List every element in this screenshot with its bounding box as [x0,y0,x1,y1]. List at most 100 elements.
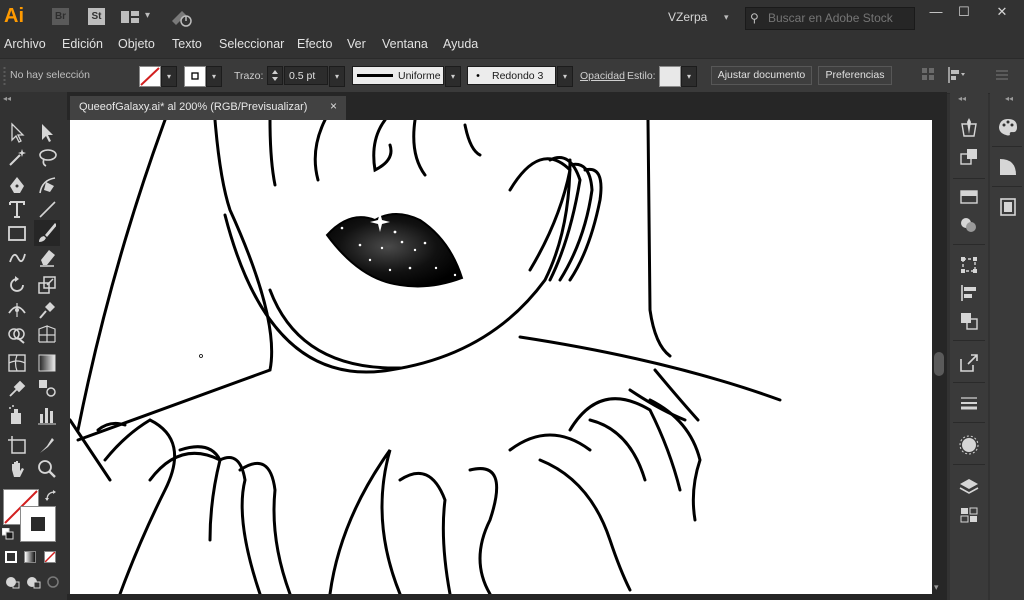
draw-inside-icon[interactable] [46,575,60,594]
eraser-tool-icon[interactable] [36,246,58,268]
scrollbar-thumb[interactable] [934,352,944,376]
line-segment-tool-icon[interactable] [36,198,58,220]
workspace-switcher[interactable]: VZerpa [668,10,707,24]
perspective-grid-tool-icon[interactable] [36,323,58,345]
horizontal-scrollbar[interactable] [67,594,947,600]
export-icon[interactable] [958,352,980,374]
variable-width-profile[interactable]: Uniforme [352,66,444,85]
menu-texto[interactable]: Texto [172,37,202,51]
stroke-weight-input[interactable]: 0.5 pt [284,66,328,85]
rotate-tool-icon[interactable] [6,274,28,296]
graphic-style-swatch[interactable] [659,66,681,87]
curvature-tool-icon[interactable] [36,174,58,196]
fill-swatch[interactable] [139,66,161,87]
layers-icon[interactable] [958,476,980,498]
shape-builder-tool-icon[interactable] [6,323,28,345]
symbol-sprayer-tool-icon[interactable] [6,404,28,426]
none-mode-icon[interactable] [44,551,56,563]
artboards-icon[interactable] [958,504,980,526]
menu-ayuda[interactable]: Ayuda [443,37,478,51]
menu-ver[interactable]: Ver [347,37,366,51]
panel-menu-icon[interactable] [996,68,1010,86]
window-close-button[interactable]: ✕ [988,4,1016,20]
puppet-warp-tool-icon[interactable] [36,299,58,321]
menu-objeto[interactable]: Objeto [118,37,155,51]
screen-mode-icon[interactable] [25,575,41,594]
arrange-grid-icon[interactable] [922,68,936,87]
pen-tool-icon[interactable] [6,174,28,196]
transparency-icon[interactable] [958,186,980,208]
mesh-tool-icon[interactable] [6,352,28,374]
slice-tool-icon[interactable] [36,434,58,456]
chevron-down-icon[interactable]: ▾ [145,10,150,21]
gpu-performance-icon[interactable] [170,7,194,27]
stroke-weight-stepper[interactable] [267,66,283,85]
gradient-mode-icon[interactable] [24,551,36,563]
preferences-button[interactable]: Preferencias [818,66,892,85]
style-dropdown[interactable]: ▾ [681,66,697,87]
default-fill-stroke-icon[interactable] [1,527,14,545]
pathfinder-icon[interactable] [958,310,980,332]
type-tool-icon[interactable] [6,198,28,220]
hand-tool-icon[interactable] [6,458,28,480]
stroke-dropdown[interactable]: ▾ [206,66,222,87]
color-mode-icon[interactable] [5,551,17,563]
panel-grip-icon[interactable] [3,67,6,85]
eyedropper-tool-icon[interactable] [6,377,28,399]
draw-mode-icon[interactable] [4,575,20,594]
brushes-icon[interactable] [958,434,980,456]
stroke-panel-icon[interactable] [958,392,980,414]
stroke-swatch[interactable] [184,66,206,87]
stock-button[interactable]: St [88,8,105,25]
chevron-down-icon[interactable]: ▾ [724,12,729,23]
shaper-tool-icon[interactable] [6,246,28,268]
collapse-dock-icon[interactable]: ◂◂ [958,94,966,103]
menu-efecto[interactable]: Efecto [297,37,332,51]
lasso-tool-icon[interactable] [36,146,58,168]
selection-tool-icon[interactable] [6,121,28,143]
profile-dropdown[interactable]: ▾ [445,66,461,87]
document-setup-button[interactable]: Ajustar documento [711,66,812,85]
bridge-button[interactable]: Br [52,8,69,25]
menu-seleccionar[interactable]: Seleccionar [219,37,284,51]
artboard-tool-icon[interactable] [6,434,28,456]
align-icon[interactable] [947,67,967,88]
brush-dropdown[interactable]: ▾ [557,66,573,87]
opacity-label[interactable]: Opacidad [580,70,625,82]
menu-edicion[interactable]: Edición [62,37,103,51]
collapse-dock-icon[interactable]: ◂◂ [1005,94,1013,103]
window-maximize-button[interactable]: ☐ [950,4,978,20]
paintbrush-tool-icon[interactable] [34,220,60,246]
close-tab-icon[interactable]: × [330,99,337,113]
menu-archivo[interactable]: Archivo [4,37,46,51]
transform-icon[interactable] [958,254,980,276]
zoom-tool-icon[interactable] [36,458,58,480]
rectangle-tool-icon[interactable] [6,222,28,244]
scroll-down-icon[interactable]: ▾ [934,582,939,593]
libraries-icon[interactable] [958,116,980,138]
width-tool-icon[interactable] [6,299,28,321]
collapse-tools-icon[interactable]: ◂◂ [3,94,11,103]
color-guide-icon[interactable] [997,116,1019,138]
window-minimize-button[interactable]: — [922,4,950,20]
document-tab[interactable]: QueeofGalaxy.ai* al 200% (RGB/Previsuali… [70,96,346,120]
stock-search-box[interactable]: ⚲ [745,7,915,30]
direct-selection-tool-icon[interactable] [36,121,58,143]
fill-dropdown[interactable]: ▾ [161,66,177,87]
scale-tool-icon[interactable] [36,274,58,296]
align-panel-icon[interactable] [958,282,980,304]
appearance-icon[interactable] [958,214,980,236]
magic-wand-tool-icon[interactable] [6,146,28,168]
stroke-weight-dropdown[interactable]: ▾ [329,66,345,87]
artboard-canvas[interactable] [70,120,932,594]
export-asset-icon[interactable] [958,146,980,168]
document-info-icon[interactable] [997,196,1019,218]
swap-fill-stroke-icon[interactable] [45,489,57,507]
arrange-documents-icon[interactable] [121,10,139,23]
search-input[interactable] [768,10,908,26]
gradient-panel-icon[interactable] [997,156,1019,178]
brush-definition[interactable]: Redondo 3 ... [467,66,556,101]
column-graph-tool-icon[interactable] [36,404,58,426]
menu-ventana[interactable]: Ventana [382,37,428,51]
stroke-color-box[interactable] [20,506,56,542]
